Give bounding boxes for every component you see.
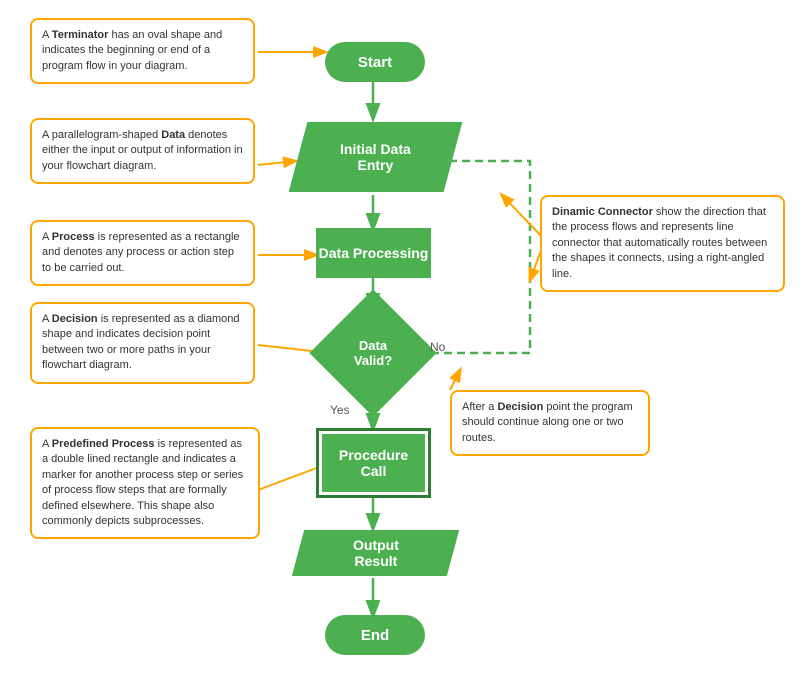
end-label: End: [361, 627, 389, 644]
terminator-tooltip: A Terminator has an oval shape and indic…: [30, 18, 255, 84]
predefined-process-tooltip: A Predefined Process is represented as a…: [30, 427, 260, 539]
no-label: No: [430, 340, 445, 354]
decision-tooltip-text: A Decision is represented as a diamond s…: [42, 313, 240, 371]
output-result-shape: OutputResult: [295, 528, 455, 578]
data-processing-label: Data Processing: [319, 245, 429, 261]
data-tooltip-text: A parallelogram-shaped Data denotes eith…: [42, 129, 243, 172]
dynamic-connector-tooltip: Dinamic Connector show the direction tha…: [540, 195, 785, 292]
data-valid-shape: DataValid?: [328, 308, 418, 398]
predefined-process-tooltip-text: A Predefined Process is represented as a…: [42, 438, 243, 527]
end-shape: End: [325, 615, 425, 655]
data-tooltip: A parallelogram-shaped Data denotes eith…: [30, 118, 255, 184]
process-tooltip-text: A Process is represented as a rectangle …: [42, 231, 240, 274]
procedure-call-shape: ProcedureCall: [316, 428, 431, 498]
terminator-tooltip-title: Terminator: [52, 29, 109, 41]
initial-data-entry-label: Initial DataEntry: [340, 141, 411, 173]
dynamic-connector-tooltip-text: Dinamic Connector show the direction tha…: [552, 206, 767, 280]
start-shape: Start: [325, 42, 425, 82]
data-processing-shape: Data Processing: [316, 228, 431, 278]
start-label: Start: [358, 54, 392, 71]
process-tooltip: A Process is represented as a rectangle …: [30, 220, 255, 286]
initial-data-entry-shape: Initial DataEntry: [295, 118, 455, 195]
after-decision-tooltip: After a Decision point the program shoul…: [450, 390, 650, 456]
yes-label: Yes: [330, 403, 350, 417]
decision-tooltip: A Decision is represented as a diamond s…: [30, 302, 255, 384]
output-result-label: OutputResult: [352, 537, 398, 569]
data-valid-label: DataValid?: [354, 338, 392, 368]
procedure-call-label: ProcedureCall: [339, 447, 408, 479]
after-decision-tooltip-text: After a Decision point the program shoul…: [462, 401, 633, 444]
